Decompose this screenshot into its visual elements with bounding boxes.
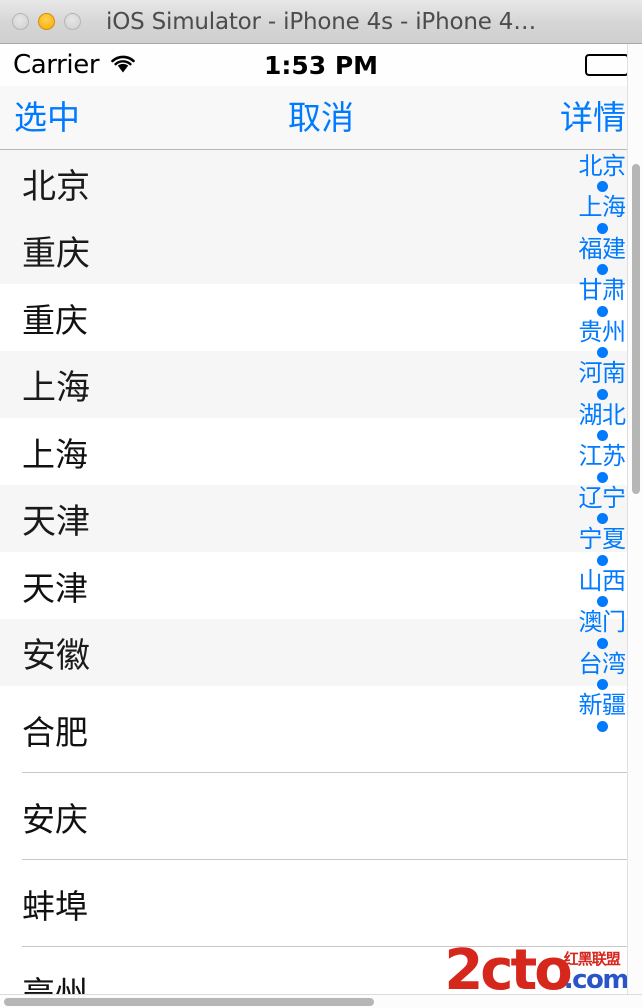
index-item-taiwan[interactable]: 台湾 <box>579 651 627 676</box>
table-row[interactable]: 天津 <box>0 552 642 619</box>
index-item-hubei[interactable]: 湖北 <box>579 402 627 427</box>
section-header: 天津 <box>0 485 642 552</box>
status-bar-right <box>585 54 632 76</box>
horizontal-scrollbar-thumb[interactable] <box>4 998 374 1006</box>
table-row[interactable]: 上海 <box>0 418 642 485</box>
index-item-guizhou[interactable]: 贵州 <box>579 319 627 344</box>
section-header: 重庆 <box>0 217 642 284</box>
simulator-device-screen: Carrier 1:53 PM 选中 取消 详情 北京 重庆 重庆 上海 上海 … <box>0 44 642 1008</box>
vertical-scrollbar[interactable] <box>627 44 642 1008</box>
carrier-label: Carrier <box>13 50 100 80</box>
horizontal-scrollbar[interactable] <box>0 994 642 1008</box>
index-item-jiangsu[interactable]: 江苏 <box>579 444 627 469</box>
index-dot <box>596 430 608 442</box>
index-item-gansu[interactable]: 甘肃 <box>579 278 627 303</box>
nav-right-slot: 详情 <box>560 101 626 134</box>
details-button[interactable]: 详情 <box>560 101 626 134</box>
index-item-shanghai[interactable]: 上海 <box>579 195 627 220</box>
index-dot <box>596 596 608 608</box>
ios-status-bar: Carrier 1:53 PM <box>0 44 642 86</box>
index-item-henan[interactable]: 河南 <box>579 361 627 386</box>
window-titlebar: iOS Simulator - iPhone 4s - iPhone 4… <box>0 0 642 44</box>
wifi-icon <box>108 51 138 79</box>
index-dot <box>596 471 608 483</box>
index-dot <box>596 222 608 234</box>
status-bar-left: Carrier <box>13 50 138 80</box>
index-dot <box>596 264 608 276</box>
table-row[interactable]: 合肥 <box>0 686 642 773</box>
section-header: 上海 <box>0 351 642 418</box>
index-dot <box>596 637 608 649</box>
cancel-button[interactable]: 取消 <box>288 101 354 134</box>
section-index-bar[interactable]: 北京 上海 福建 甘肃 贵州 河南 湖北 江苏 辽宁 宁夏 山西 澳门 台湾 新… <box>576 150 628 735</box>
index-item-macau[interactable]: 澳门 <box>579 610 627 635</box>
window-title: iOS Simulator - iPhone 4s - iPhone 4… <box>106 8 536 35</box>
traffic-light-group <box>0 13 81 30</box>
section-header: 安徽 <box>0 619 642 686</box>
zoom-window-button[interactable] <box>64 13 81 30</box>
table-row[interactable]: 蚌埠 <box>0 860 642 947</box>
index-dot <box>596 720 608 732</box>
index-dot <box>596 347 608 359</box>
vertical-scrollbar-thumb[interactable] <box>632 164 640 494</box>
index-dot <box>596 513 608 525</box>
index-dot <box>596 388 608 400</box>
index-dot <box>596 305 608 317</box>
table-row[interactable]: 安庆 <box>0 773 642 860</box>
index-item-shanxi[interactable]: 山西 <box>579 568 627 593</box>
nav-center-slot: 取消 <box>0 101 642 134</box>
city-table-view[interactable]: 北京 重庆 重庆 上海 上海 天津 天津 安徽 合肥 安庆 蚌埠 亳州 北京 上… <box>0 150 642 1007</box>
index-item-fujian[interactable]: 福建 <box>579 236 627 261</box>
minimize-window-button[interactable] <box>38 13 55 30</box>
index-dot <box>596 554 608 566</box>
battery-full-icon <box>585 54 632 76</box>
index-dot <box>596 679 608 691</box>
index-item-ningxia[interactable]: 宁夏 <box>579 527 627 552</box>
index-item-liaoning[interactable]: 辽宁 <box>579 485 627 510</box>
index-item-xinjiang[interactable]: 新疆 <box>579 693 627 718</box>
index-item-beijing[interactable]: 北京 <box>579 154 627 179</box>
section-header: 北京 <box>0 150 642 217</box>
close-window-button[interactable] <box>12 13 29 30</box>
navigation-bar: 选中 取消 详情 <box>0 86 642 150</box>
table-row[interactable]: 重庆 <box>0 284 642 351</box>
index-dot <box>596 181 608 193</box>
